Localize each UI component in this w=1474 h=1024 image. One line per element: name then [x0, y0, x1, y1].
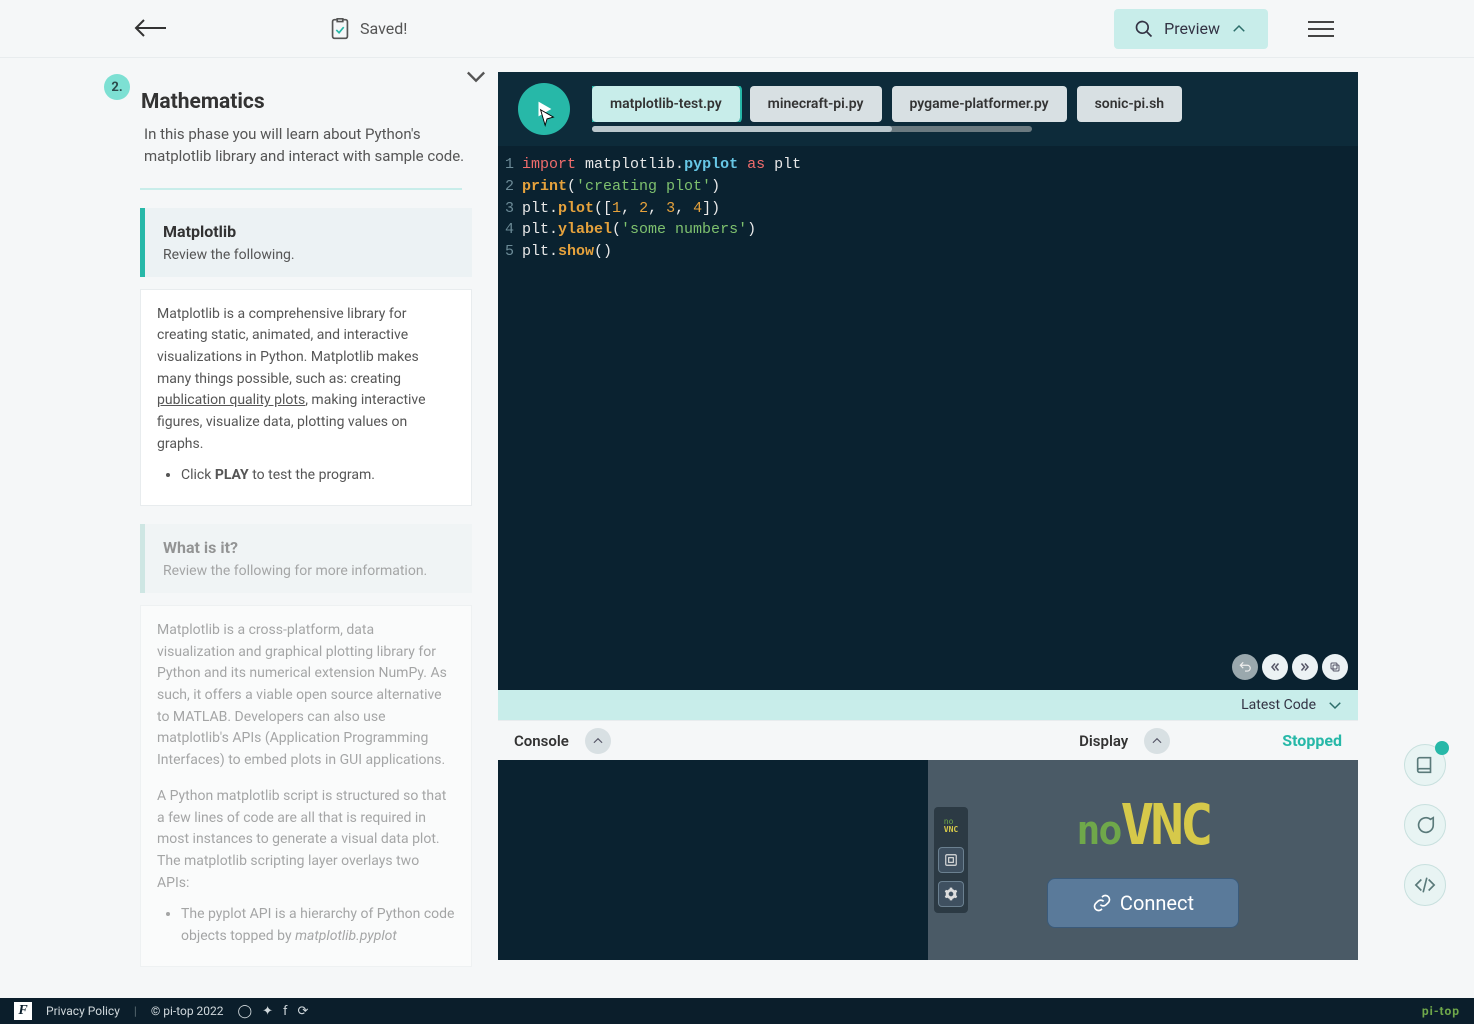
console-label: Console	[514, 732, 569, 750]
gear-icon	[944, 887, 958, 901]
play-icon	[533, 98, 555, 120]
undo-icon	[1238, 660, 1252, 674]
section-intro: In this phase you will learn about Pytho…	[144, 124, 470, 168]
output-header: Console Display Stopped	[498, 720, 1358, 760]
card-subtitle: Review the following.	[163, 247, 454, 263]
display-toggle[interactable]	[1144, 728, 1170, 754]
novnc-logo-mini[interactable]: noVNC	[938, 813, 964, 839]
run-button[interactable]	[518, 83, 570, 135]
saved-indicator: Saved!	[328, 16, 407, 42]
prev-button[interactable]	[1262, 654, 1288, 680]
privacy-link[interactable]: Privacy Policy	[46, 1004, 120, 1018]
panel-collapse-button[interactable]	[462, 62, 490, 94]
display-output: noVNC noVNC Connect	[928, 760, 1358, 960]
twitter-icon[interactable]: ✦	[262, 1004, 273, 1019]
preview-button[interactable]: Preview	[1114, 9, 1268, 49]
notification-badge	[1435, 741, 1449, 755]
brand-label: pi-top	[1422, 1004, 1460, 1018]
tabs-scrollbar[interactable]	[592, 126, 1032, 132]
novnc-fullscreen-button[interactable]	[938, 847, 964, 873]
novnc-settings-button[interactable]	[938, 881, 964, 907]
publication-link[interactable]: publication quality plots	[157, 392, 305, 408]
chevrons-left-icon	[1269, 661, 1281, 673]
lesson-panel: 2. Mathematics In this phase you will le…	[116, 72, 480, 964]
footer: F Privacy Policy | © pi-top 2022 ◯ ✦ f ⟳…	[0, 998, 1474, 1024]
saved-label: Saved!	[360, 19, 407, 38]
link-icon	[1092, 893, 1112, 913]
textbox-whatisit: Matplotlib is a cross-platform, data vis…	[140, 605, 472, 967]
chevron-up-icon	[591, 734, 605, 748]
menu-button[interactable]	[1308, 21, 1334, 37]
instagram-icon[interactable]: ◯	[238, 1004, 253, 1019]
step-badge: 2.	[104, 74, 130, 100]
chevron-down-icon	[1326, 696, 1344, 714]
chevrons-right-icon	[1299, 661, 1311, 673]
run-status: Stopped	[1282, 731, 1342, 750]
code-button[interactable]	[1404, 864, 1446, 906]
share-icon[interactable]: ⟳	[298, 1004, 309, 1019]
code-icon	[1414, 874, 1436, 896]
copyright: © pi-top 2022	[151, 1004, 224, 1018]
chat-icon	[1414, 814, 1436, 836]
card-title: Matplotlib	[163, 222, 454, 241]
card-subtitle: Review the following for more informatio…	[163, 563, 454, 579]
file-tab[interactable]: minecraft-pi.py	[750, 86, 882, 122]
novnc-sidebar: noVNC	[934, 807, 968, 913]
connect-label: Connect	[1120, 891, 1194, 915]
file-tab[interactable]: matplotlib-test.py	[592, 86, 740, 122]
copy-button[interactable]	[1322, 654, 1348, 680]
further-logo[interactable]: F	[14, 1002, 32, 1020]
console-output	[498, 760, 928, 960]
ide-panel: matplotlib-test.py minecraft-pi.py pygame-…	[498, 72, 1358, 960]
next-button[interactable]	[1292, 654, 1318, 680]
console-toggle[interactable]	[585, 728, 611, 754]
latest-code-bar[interactable]: Latest Code	[498, 690, 1358, 720]
instruction-bullet: Click PLAY to test the program.	[181, 465, 455, 487]
search-icon	[1134, 19, 1154, 39]
copy-icon	[1329, 661, 1341, 673]
chat-button[interactable]	[1404, 804, 1446, 846]
file-tab[interactable]: pygame-platformer.py	[892, 86, 1067, 122]
tab-bar: matplotlib-test.py minecraft-pi.py pygame-…	[498, 72, 1358, 146]
code-editor[interactable]: 1import matplotlib.pyplot as plt2print('…	[498, 146, 1358, 690]
clipboard-check-icon	[328, 16, 352, 42]
fullscreen-icon	[944, 853, 958, 867]
display-label: Display	[1079, 732, 1128, 750]
chevron-down-icon	[462, 62, 490, 90]
library-button[interactable]	[1404, 744, 1446, 786]
novnc-logo: noVNC	[1076, 793, 1209, 858]
card-whatisit: What is it? Review the following for mor…	[140, 524, 472, 593]
textbox-matplotlib: Matplotlib is a comprehensive library fo…	[140, 289, 472, 507]
latest-code-label: Latest Code	[1241, 697, 1316, 713]
chevron-up-icon	[1150, 734, 1164, 748]
api-bullet: The pyplot API is a hierarchy of Python …	[181, 904, 455, 947]
facebook-icon[interactable]: f	[283, 1004, 288, 1019]
book-icon	[1414, 754, 1436, 776]
card-matplotlib: Matplotlib Review the following.	[140, 208, 472, 277]
chevron-up-icon	[1230, 20, 1248, 38]
back-button[interactable]	[132, 12, 168, 45]
preview-label: Preview	[1164, 19, 1220, 38]
topbar: Saved! Preview	[0, 0, 1474, 58]
file-tab[interactable]: sonic-pi.sh	[1077, 86, 1183, 122]
section-title: Mathematics	[141, 90, 480, 114]
card-title: What is it?	[163, 538, 454, 557]
connect-button[interactable]: Connect	[1047, 878, 1239, 928]
history-back-button[interactable]	[1232, 654, 1258, 680]
